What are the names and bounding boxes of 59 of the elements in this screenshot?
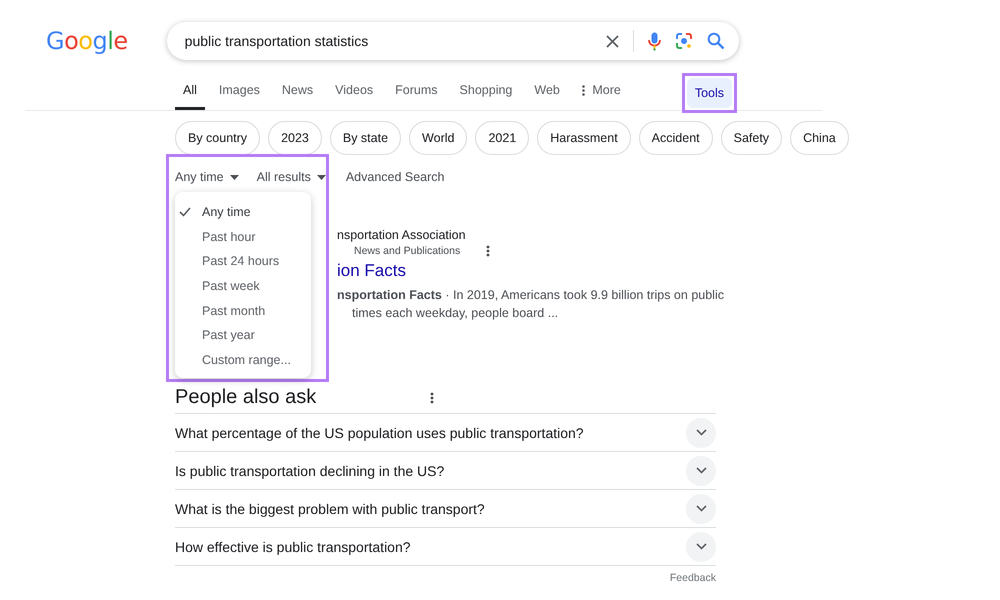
google-logo[interactable]: Google: [46, 27, 128, 55]
result-snippet: times each weekday, people board ...: [352, 305, 560, 322]
menu-item[interactable]: Past 24 hours: [175, 249, 311, 274]
filter-chip[interactable]: World: [409, 121, 468, 155]
advanced-search-link[interactable]: Advanced Search: [346, 170, 445, 184]
question-text[interactable]: What percentage of the US population uses public transportation?: [175, 424, 584, 440]
search-tab[interactable]: Images: [210, 73, 268, 110]
filter-chip[interactable]: Safety: [720, 121, 782, 155]
search-field[interactable]: public transportation statistics: [182, 32, 592, 50]
expand-button[interactable]: [686, 456, 716, 486]
camera-icon[interactable]: [674, 32, 693, 50]
filter-chip[interactable]: 2021: [475, 121, 530, 155]
feedback-link[interactable]: Feedback: [670, 572, 716, 584]
chevron-icon: [696, 543, 706, 550]
search-tab[interactable]: Videos: [327, 73, 382, 110]
more-tab[interactable]: More: [574, 73, 629, 110]
search-tab[interactable]: News: [274, 73, 322, 110]
question-text[interactable]: Is public transportation declining in the US?: [175, 462, 444, 478]
filter-chip[interactable]: By country: [175, 121, 260, 155]
more-icon[interactable]: [486, 245, 490, 257]
menu-item[interactable]: Past hour: [175, 224, 311, 250]
filter-chip[interactable]: Accident: [638, 121, 713, 155]
filter-chip[interactable]: 2023: [268, 121, 322, 155]
more-icon[interactable]: [430, 392, 434, 404]
expand-button[interactable]: [686, 494, 716, 524]
breadcrumb: News and Publications: [354, 245, 460, 257]
search-tab[interactable]: Forums: [387, 73, 446, 110]
expand-button[interactable]: [686, 532, 716, 562]
menu-item[interactable]: Past year: [175, 322, 311, 348]
tools-button[interactable]: Tools: [686, 78, 732, 108]
caret-icon: [230, 174, 239, 180]
chevron-icon: [696, 429, 706, 436]
menu-item[interactable]: Past month: [175, 298, 311, 323]
more-icon: [582, 84, 585, 96]
filter-dropdown[interactable]: Any time: [175, 170, 239, 184]
filter-chip[interactable]: By state: [330, 121, 402, 155]
filter-chip[interactable]: China: [790, 121, 849, 155]
chevron-icon: [696, 467, 706, 474]
section-heading: People also ask: [175, 386, 316, 409]
search-tab[interactable]: Shopping: [452, 73, 520, 110]
site-name: nsportation Association: [337, 228, 467, 242]
menu-item[interactable]: Past week: [175, 274, 311, 298]
expand-button[interactable]: [686, 418, 716, 448]
search-tab[interactable]: All: [175, 73, 205, 110]
menu-item[interactable]: Custom range...: [175, 348, 311, 372]
result-snippet: nsportation Facts · In 2019, Americans took 9.9 billion trips on public: [337, 287, 724, 304]
question-text[interactable]: How effective is public transportation?: [175, 538, 411, 554]
chevron-icon: [696, 505, 706, 512]
check-icon: [179, 207, 191, 218]
filter-chip[interactable]: Harassment: [537, 121, 631, 155]
search-icon[interactable]: [706, 32, 725, 50]
caret-icon: [316, 174, 326, 180]
menu-item[interactable]: Any time: [175, 200, 311, 225]
filter-dropdown[interactable]: All results: [256, 170, 326, 184]
microphone-icon[interactable]: [648, 32, 661, 50]
search-tab[interactable]: Web: [526, 73, 568, 110]
result-title[interactable]: ion Facts: [337, 261, 724, 281]
question-text[interactable]: What is the biggest problem with public transport?: [175, 500, 485, 516]
close-icon[interactable]: [606, 34, 619, 48]
